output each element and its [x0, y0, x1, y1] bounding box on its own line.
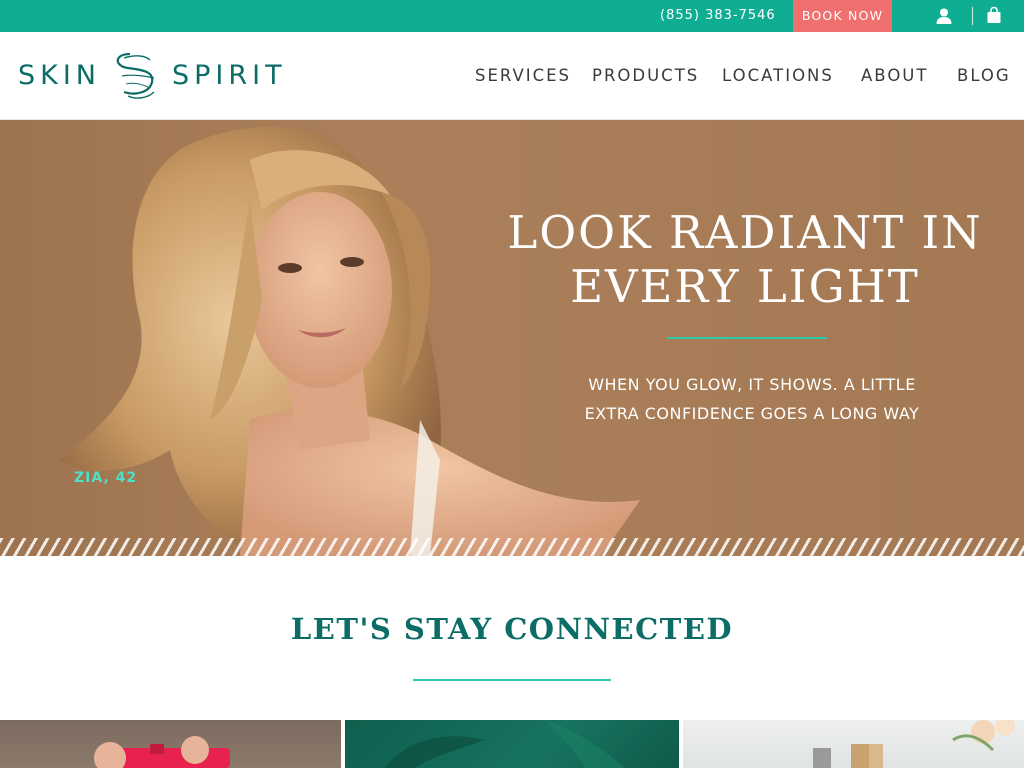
- nav-item-services[interactable]: SERVICES: [475, 66, 571, 85]
- section-divider: [413, 679, 611, 681]
- hero-subtitle-line-2: EXTRA CONFIDENCE GOES A LONG WAY: [584, 404, 920, 423]
- site-header: SKIN SPIRIT SERVICES PRODUCTS LOCATIONS …: [0, 32, 1024, 120]
- logo-word-skin: SKIN: [18, 60, 102, 91]
- hero-title-line-1: LOOK RADIANT IN: [507, 206, 983, 259]
- hero-subtitle: WHEN YOU GLOW, IT SHOWS. A LITTLE EXTRA …: [540, 370, 964, 428]
- book-now-button[interactable]: BOOK NOW: [793, 0, 892, 32]
- hero-model-caption: ZIA, 42: [74, 470, 138, 486]
- nav-item-blog[interactable]: BLOG: [957, 66, 1011, 85]
- skin-spirit-logo[interactable]: SKIN SPIRIT: [18, 46, 288, 106]
- nav-item-locations[interactable]: LOCATIONS: [722, 66, 834, 85]
- logo-word-spirit: SPIRIT: [172, 60, 287, 91]
- hero-divider: [667, 337, 827, 339]
- gift-box-image: [94, 736, 230, 768]
- shopping-bag-icon[interactable]: [985, 6, 1003, 24]
- top-utility-bar: (855) 383-7546 BOOK NOW: [0, 0, 1024, 32]
- connect-card-products[interactable]: [683, 720, 1024, 768]
- phone-link[interactable]: (855) 383-7546: [660, 0, 776, 32]
- hero-title: LOOK RADIANT IN EVERY LIGHT: [490, 206, 1000, 314]
- connect-card-gift[interactable]: [0, 720, 341, 768]
- logo-swirl-icon: [116, 52, 155, 99]
- user-icon[interactable]: [935, 7, 953, 25]
- hero-stripe-border: [0, 538, 1024, 556]
- hero-banner[interactable]: LOOK RADIANT IN EVERY LIGHT WHEN YOU GLO…: [0, 120, 1024, 556]
- hero-title-line-2: EVERY LIGHT: [570, 260, 920, 313]
- hero-portrait-image: [60, 126, 640, 556]
- leaves-image: [385, 720, 625, 768]
- hero-subtitle-line-1: WHEN YOU GLOW, IT SHOWS. A LITTLE: [588, 375, 916, 394]
- connect-card-leaves[interactable]: [345, 720, 679, 768]
- products-image: [813, 720, 1015, 768]
- topbar-divider: [972, 7, 973, 25]
- nav-item-about[interactable]: ABOUT: [861, 66, 928, 85]
- section-title: LET'S STAY CONNECTED: [290, 612, 734, 646]
- nav-item-products[interactable]: PRODUCTS: [592, 66, 699, 85]
